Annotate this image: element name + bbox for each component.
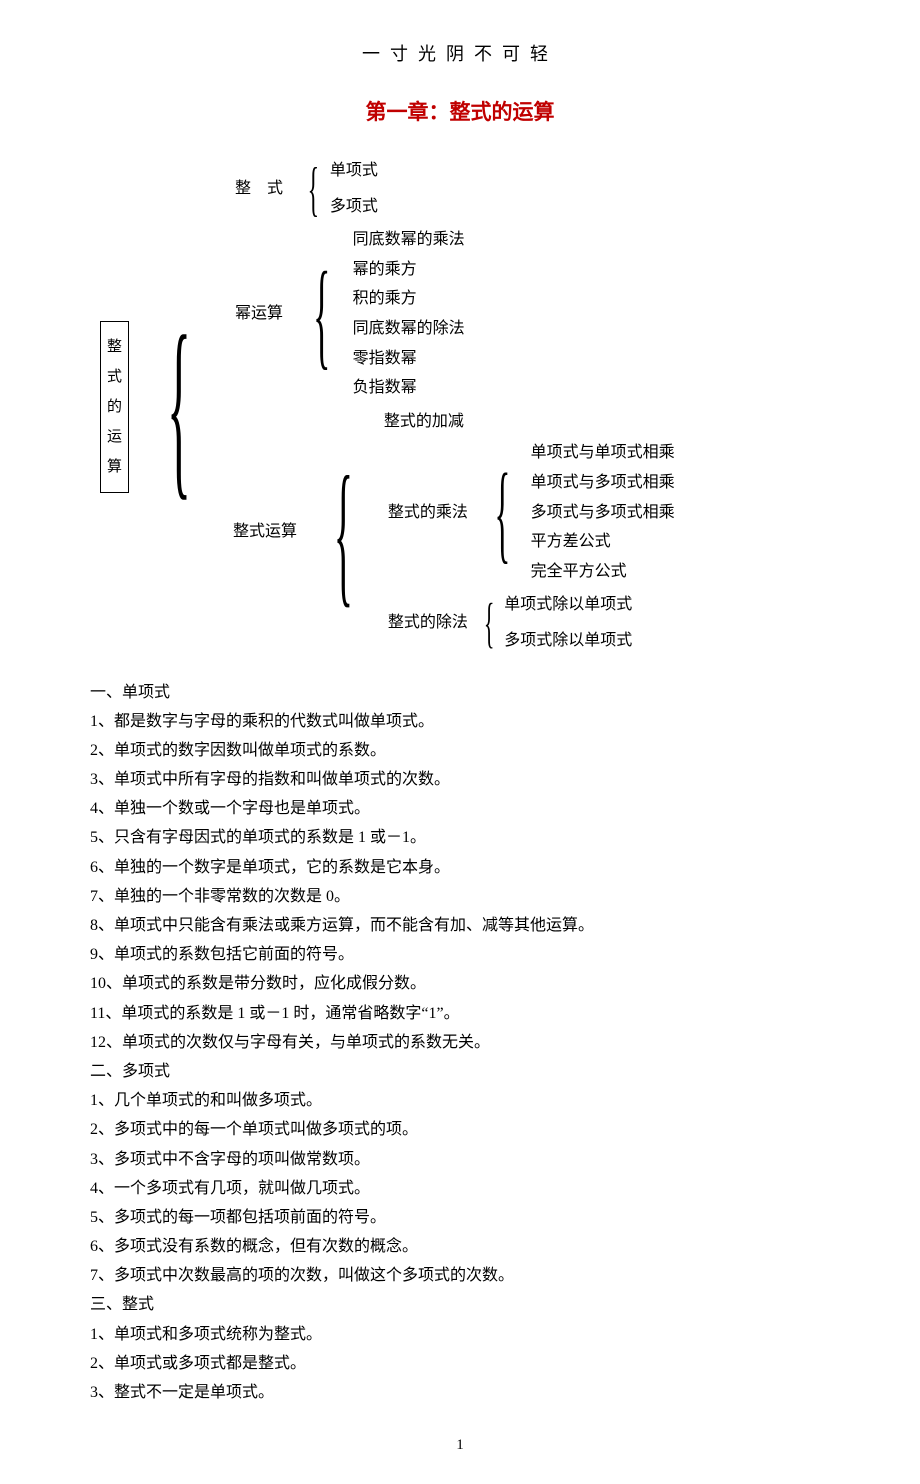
- text-line: 2、多项式中的每一个单项式叫做多项式的项。: [90, 1115, 830, 1144]
- root-box: 整 式 的 运 算: [100, 321, 129, 493]
- text-line: 2、单项式或多项式都是整式。: [90, 1349, 830, 1378]
- text-line: 9、单项式的系数包括它前面的符号。: [90, 940, 830, 969]
- branch-label: 整式的除法: [388, 610, 468, 636]
- leaf-item: 零指数幂: [353, 344, 465, 374]
- text-line: 6、单独的一个数字是单项式，它的系数是它本身。: [90, 853, 830, 882]
- leaf-item: 多项式除以单项式: [504, 626, 632, 656]
- leaf-item: 单项式与单项式相乘: [531, 438, 675, 468]
- text-line: 12、单项式的次数仅与字母有关，与单项式的系数无关。: [90, 1028, 830, 1057]
- leaf-item: 积的乘方: [353, 284, 465, 314]
- text-line: 3、单项式中所有字母的指数和叫做单项式的次数。: [90, 765, 830, 794]
- branch-label: 整 式: [235, 176, 289, 202]
- root-char: 运: [107, 422, 122, 452]
- root-char: 的: [107, 392, 122, 422]
- section-head: 二、多项式: [90, 1057, 830, 1086]
- leaf-item: 多项式与多项式相乘: [531, 498, 675, 528]
- branch-label: 幂运算: [235, 301, 283, 327]
- leaf-item: 幂的乘方: [353, 255, 465, 285]
- text-line: 4、一个多项式有几项，就叫做几项式。: [90, 1174, 830, 1203]
- text-line: 10、单项式的系数是带分数时，应化成假分数。: [90, 969, 830, 998]
- text-line: 4、单独一个数或一个字母也是单项式。: [90, 794, 830, 823]
- branch-label: 整式的乘法: [388, 500, 468, 526]
- leaf-item: 负指数幂: [353, 373, 465, 403]
- root-char: 算: [107, 452, 122, 482]
- root-char: 式: [107, 362, 122, 392]
- text-line: 3、整式不一定是单项式。: [90, 1378, 830, 1407]
- text-line: 1、都是数字与字母的乘积的代数式叫做单项式。: [90, 707, 830, 736]
- leaf-item: 单项式: [330, 156, 378, 186]
- text-line: 5、只含有字母因式的单项式的系数是 1 或－1。: [90, 823, 830, 852]
- text-line: 5、多项式的每一项都包括项前面的符号。: [90, 1203, 830, 1232]
- chapter-title: 第一章：整式的运算: [90, 96, 830, 126]
- text-line: 1、单项式和多项式统称为整式。: [90, 1320, 830, 1349]
- text-line: 7、多项式中次数最高的项的次数，叫做这个多项式的次数。: [90, 1261, 830, 1290]
- branch-label: 整式运算: [233, 519, 297, 545]
- root-char: 整: [107, 332, 122, 362]
- text-line: 3、多项式中不含字母的项叫做常数项。: [90, 1145, 830, 1174]
- leaf-item: 单项式与多项式相乘: [531, 468, 675, 498]
- page-number: 1: [90, 1437, 830, 1454]
- text-line: 2、单项式的数字因数叫做单项式的系数。: [90, 736, 830, 765]
- leaf-item: 整式的加减: [384, 407, 675, 437]
- header-phrase: 一寸光阴不可轻: [90, 40, 830, 66]
- concept-diagram: 整 式 的 运 算 { 整 式 { 单项式 多项式: [100, 154, 830, 660]
- text-line: 7、单独的一个非零常数的次数是 0。: [90, 882, 830, 911]
- text-line: 6、多项式没有系数的概念，但有次数的概念。: [90, 1232, 830, 1261]
- text-line: 1、几个单项式的和叫做多项式。: [90, 1086, 830, 1115]
- section-head: 一、单项式: [90, 678, 830, 707]
- leaf-item: 多项式: [330, 192, 378, 222]
- leaf-item: 同底数幂的除法: [353, 314, 465, 344]
- leaf-item: 同底数幂的乘法: [353, 225, 465, 255]
- leaf-item: 单项式除以单项式: [504, 590, 632, 620]
- leaf-item: 平方差公式: [531, 527, 675, 557]
- text-line: 11、单项式的系数是 1 或－1 时，通常省略数字“1”。: [90, 999, 830, 1028]
- text-line: 8、单项式中只能含有乘法或乘方运算，而不能含有加、减等其他运算。: [90, 911, 830, 940]
- leaf-item: 完全平方公式: [531, 557, 675, 587]
- body-text: 一、单项式 1、都是数字与字母的乘积的代数式叫做单项式。 2、单项式的数字因数叫…: [90, 678, 830, 1408]
- section-head: 三、整式: [90, 1290, 830, 1319]
